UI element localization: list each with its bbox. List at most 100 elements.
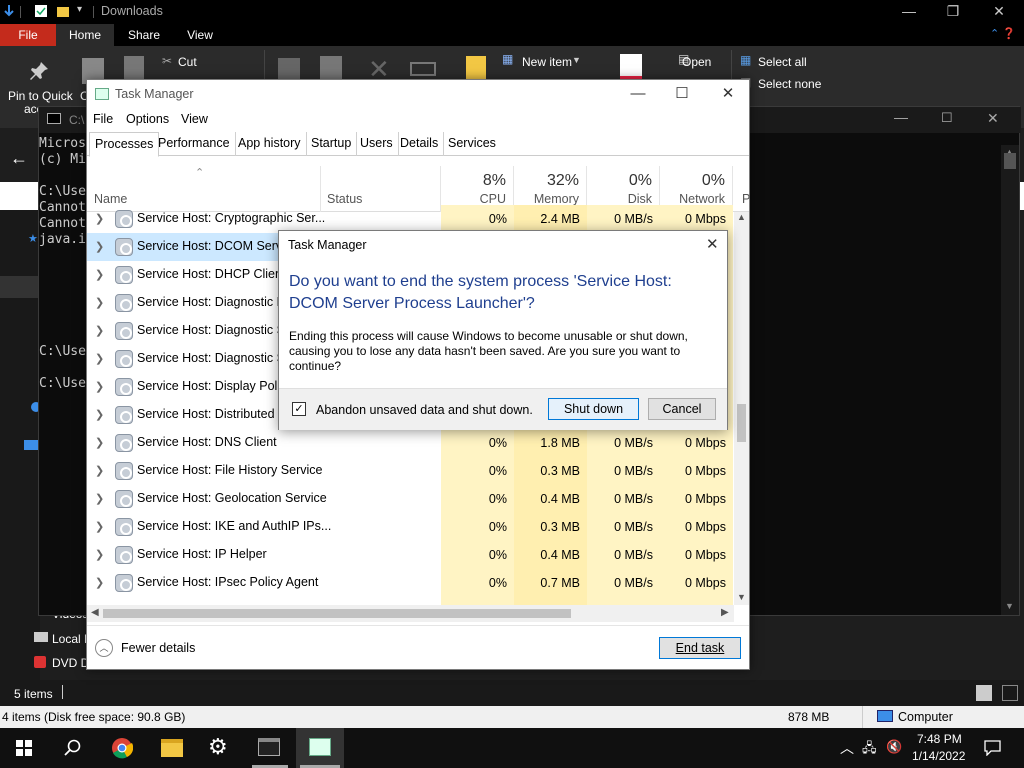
expand-chevron-icon[interactable]: ❯ <box>95 268 104 281</box>
console-close-button[interactable]: ✕ <box>987 110 999 127</box>
expand-chevron-icon[interactable]: ❯ <box>95 296 104 309</box>
expand-chevron-icon[interactable]: ❯ <box>95 576 104 589</box>
tm-minimize-button[interactable]: — <box>615 80 661 110</box>
new-folder-icon-large[interactable] <box>466 56 486 80</box>
tm-maximize-button[interactable]: ☐ <box>659 80 705 110</box>
tab-home[interactable]: Home <box>56 24 114 46</box>
collapse-chevron-icon[interactable]: ︿ <box>95 639 113 657</box>
properties-icon[interactable] <box>34 4 48 18</box>
expand-chevron-icon[interactable]: ❯ <box>95 492 104 505</box>
expand-chevron-icon[interactable]: ❯ <box>95 436 104 449</box>
pin-icon[interactable] <box>28 60 50 82</box>
copy-to-icon[interactable] <box>320 56 342 80</box>
expand-chevron-icon[interactable]: ❯ <box>95 464 104 477</box>
select-all-button[interactable]: Select all <box>758 55 807 69</box>
column-header-power[interactable]: P <box>733 166 750 212</box>
network-icon[interactable]: 🖧 <box>862 739 877 761</box>
new-item-dropdown-icon[interactable]: ▼ <box>572 55 581 65</box>
table-row[interactable]: ❯ Service Host: IP Helper 0% 0.4 MB 0 MB… <box>87 541 734 569</box>
table-row[interactable]: ❯ Service Host: IKE and AuthIP IPs... 0%… <box>87 513 734 541</box>
tab-details[interactable]: Details <box>395 132 445 156</box>
tab-app-history[interactable]: App history <box>233 132 307 156</box>
expand-chevron-icon[interactable]: ❯ <box>95 548 104 561</box>
tab-performance[interactable]: Performance <box>153 132 236 156</box>
expand-chevron-icon[interactable]: ❯ <box>95 352 104 365</box>
close-button[interactable]: ✕ <box>976 0 1022 24</box>
table-row[interactable]: ❯ Service Host: DNS Client 0% 1.8 MB 0 M… <box>87 429 734 457</box>
show-hidden-icons-icon[interactable]: ︿ <box>840 738 854 758</box>
expand-chevron-icon[interactable]: ❯ <box>95 380 104 393</box>
volume-muted-icon[interactable]: 🔇 <box>886 739 902 755</box>
large-icons-view-icon[interactable] <box>1002 685 1018 701</box>
pin-to-quick-access-label[interactable]: Pin to Quick <box>8 89 73 103</box>
menu-options[interactable]: Options <box>126 112 169 126</box>
search-icon[interactable] <box>64 739 82 757</box>
scroll-thumb[interactable] <box>737 404 746 442</box>
tab-share[interactable]: Share <box>116 24 172 46</box>
hscroll-thumb[interactable] <box>103 609 571 618</box>
address-bar[interactable] <box>0 182 40 210</box>
expand-chevron-icon[interactable]: ❯ <box>95 324 104 337</box>
windows-icon[interactable] <box>16 740 32 756</box>
console-maximize-button[interactable]: ☐ <box>941 110 953 126</box>
cancel-button[interactable]: Cancel <box>648 398 716 420</box>
maximize-button[interactable]: ❐ <box>930 0 976 24</box>
quick-access-star-icon[interactable]: ★ <box>28 232 38 245</box>
tab-file[interactable]: File <box>0 24 56 46</box>
this-pc-icon[interactable] <box>24 440 38 450</box>
new-folder-icon[interactable] <box>56 4 70 18</box>
menu-view[interactable]: View <box>181 112 208 126</box>
properties-large-icon[interactable] <box>620 54 642 80</box>
quick-access-dropdown-icon[interactable]: ▾ <box>77 4 82 15</box>
paste-icon[interactable] <box>124 56 144 80</box>
scroll-left-icon[interactable]: ◀ <box>91 607 99 618</box>
minimize-button[interactable]: — <box>886 0 932 24</box>
menu-file[interactable]: File <box>93 112 113 126</box>
cut-label[interactable]: Cut <box>178 55 197 69</box>
expand-chevron-icon[interactable]: ❯ <box>95 520 104 533</box>
tm-close-button[interactable]: ✕ <box>705 80 751 110</box>
table-row[interactable]: ❯ Service Host: Cryptographic Ser... 0% … <box>87 205 734 233</box>
scroll-up-icon[interactable]: ▲ <box>737 212 746 222</box>
details-view-icon[interactable] <box>976 685 992 701</box>
cut-icon[interactable]: ✂ <box>162 54 172 68</box>
clock-time[interactable]: 7:48 PM <box>917 732 962 746</box>
move-to-icon[interactable] <box>278 58 300 80</box>
new-item-button[interactable]: New item <box>522 55 572 69</box>
tab-startup[interactable]: Startup <box>306 132 358 156</box>
table-row[interactable]: ❯ Service Host: Geolocation Service 0% 0… <box>87 485 734 513</box>
tab-view[interactable]: View <box>172 24 228 46</box>
end-task-button[interactable]: End task <box>659 637 741 659</box>
terminal-icon[interactable] <box>258 738 280 756</box>
vertical-scrollbar[interactable]: ▲ ▼ <box>734 212 749 605</box>
dialog-close-button[interactable]: ✕ <box>706 235 719 253</box>
tab-services[interactable]: Services <box>443 132 501 156</box>
notifications-icon[interactable] <box>984 739 1001 756</box>
shut-down-button[interactable]: Shut down <box>548 398 639 420</box>
table-row[interactable]: ❯ Service Host: File History Service 0% … <box>87 457 734 485</box>
select-none-button[interactable]: Select none <box>758 77 821 91</box>
down-arrow-icon[interactable] <box>2 4 16 18</box>
tab-users[interactable]: Users <box>355 132 399 156</box>
expand-chevron-icon[interactable]: ❯ <box>95 240 104 253</box>
abandon-checkbox-label[interactable]: Abandon unsaved data and shut down. <box>316 403 533 417</box>
file-explorer-icon[interactable] <box>161 739 183 757</box>
settings-icon[interactable]: ⚙ <box>208 734 228 760</box>
sidebar-item-dvd-drive[interactable]: DVD D <box>52 656 89 670</box>
expand-chevron-icon[interactable]: ❯ <box>95 212 104 225</box>
open-button[interactable]: Open <box>682 55 711 69</box>
console-minimize-button[interactable]: — <box>894 109 908 125</box>
rename-icon[interactable] <box>410 62 436 76</box>
console-scrollbar[interactable]: ▲ ▼ <box>1001 145 1019 615</box>
scroll-right-icon[interactable]: ▶ <box>721 607 729 618</box>
help-icon[interactable]: ⌃ ❓ <box>990 27 1016 40</box>
task-manager-taskbar-button[interactable] <box>296 728 344 768</box>
chrome-icon[interactable] <box>111 737 133 759</box>
expand-chevron-icon[interactable]: ❯ <box>95 408 104 421</box>
table-row[interactable]: ❯ Service Host: IPsec Policy Agent 0% 0.… <box>87 569 734 597</box>
clock-date[interactable]: 1/14/2022 <box>912 749 965 763</box>
abandon-checkbox[interactable]: ✓ <box>292 402 306 416</box>
fewer-details-link[interactable]: Fewer details <box>121 641 195 655</box>
horizontal-scrollbar[interactable]: ◀ ▶ <box>87 605 734 622</box>
tab-processes[interactable]: Processes <box>89 132 160 157</box>
